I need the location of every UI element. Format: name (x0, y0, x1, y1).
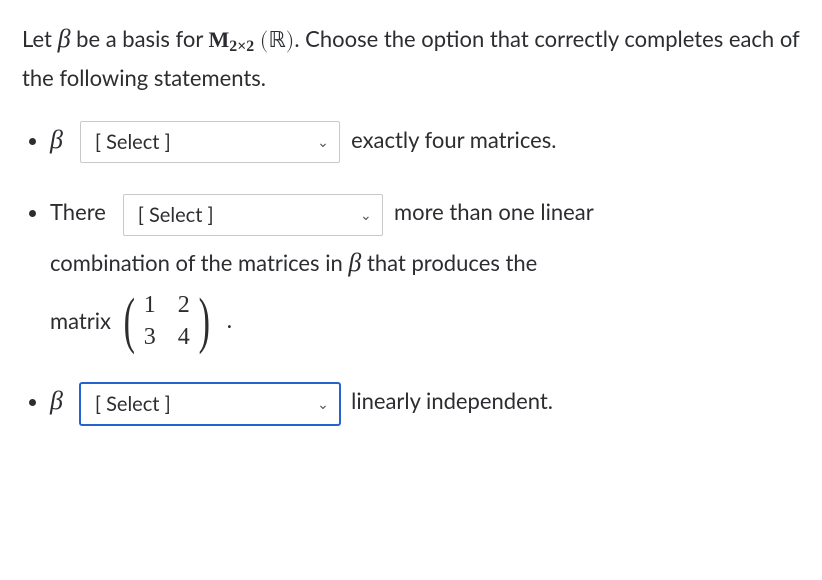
bullet1-suffix: exactly four matrices. (351, 126, 556, 153)
matrix-cell: 2 (178, 293, 190, 317)
matrix-paren-right: ) (198, 290, 209, 352)
select-placeholder: [ Select ] (138, 203, 214, 227)
chevron-down-icon: ⌄ (317, 133, 329, 151)
bullet3-suffix: linearly independent. (351, 387, 553, 414)
bullet-item-2: There [ Select ] ⌄ more than one linear … (50, 189, 800, 352)
bullet2-suffix1: more than one linear (394, 198, 594, 225)
matrix-cell: 1 (144, 293, 156, 317)
bullet2-line2a: combination of the matrices in (50, 249, 348, 276)
bullet-item-3: β [ Select ] ⌄ linearly independent. (50, 374, 800, 429)
beta-symbol: β (50, 386, 63, 415)
chevron-down-icon: ⌄ (360, 206, 372, 224)
real-symbol: ℝ (268, 27, 285, 52)
select-dropdown-3[interactable]: [ Select ] ⌄ (80, 383, 340, 425)
matrix-cell: 4 (178, 325, 190, 349)
bullet-list: β [ Select ] ⌄ exactly four matrices. Th… (22, 113, 800, 429)
matrix-paren-left: ( (124, 290, 135, 352)
bullet2-line2b: that produces the (361, 249, 537, 276)
beta-symbol: β (58, 24, 71, 53)
intro-text: Let (22, 25, 58, 52)
beta-symbol: β (348, 248, 361, 277)
question-intro: Let β be a basis for M2×2 (ℝ). Choose th… (22, 18, 800, 95)
bullet2-lead: There (50, 198, 106, 225)
select-dropdown-2[interactable]: [ Select ] ⌄ (123, 194, 383, 236)
chevron-down-icon: ⌄ (317, 395, 329, 413)
intro-text: be a basis for (76, 25, 208, 52)
matrix-space-M: M (209, 27, 230, 52)
matrix-space-dims: 2×2 (229, 38, 254, 55)
period: . (226, 296, 232, 346)
bullet2-matrix-row: matrix ( 1 2 3 4 ) . (50, 290, 800, 352)
beta-symbol: β (50, 125, 63, 154)
matrix-cell: 3 (144, 325, 156, 349)
select-placeholder: [ Select ] (95, 392, 171, 416)
select-placeholder: [ Select ] (95, 130, 171, 154)
bullet2-matrix-prefix: matrix (50, 298, 111, 344)
bullet-item-1: β [ Select ] ⌄ exactly four matrices. (50, 113, 800, 168)
select-dropdown-1[interactable]: [ Select ] ⌄ (80, 121, 340, 163)
matrix-2x2: ( 1 2 3 4 ) (119, 290, 214, 352)
